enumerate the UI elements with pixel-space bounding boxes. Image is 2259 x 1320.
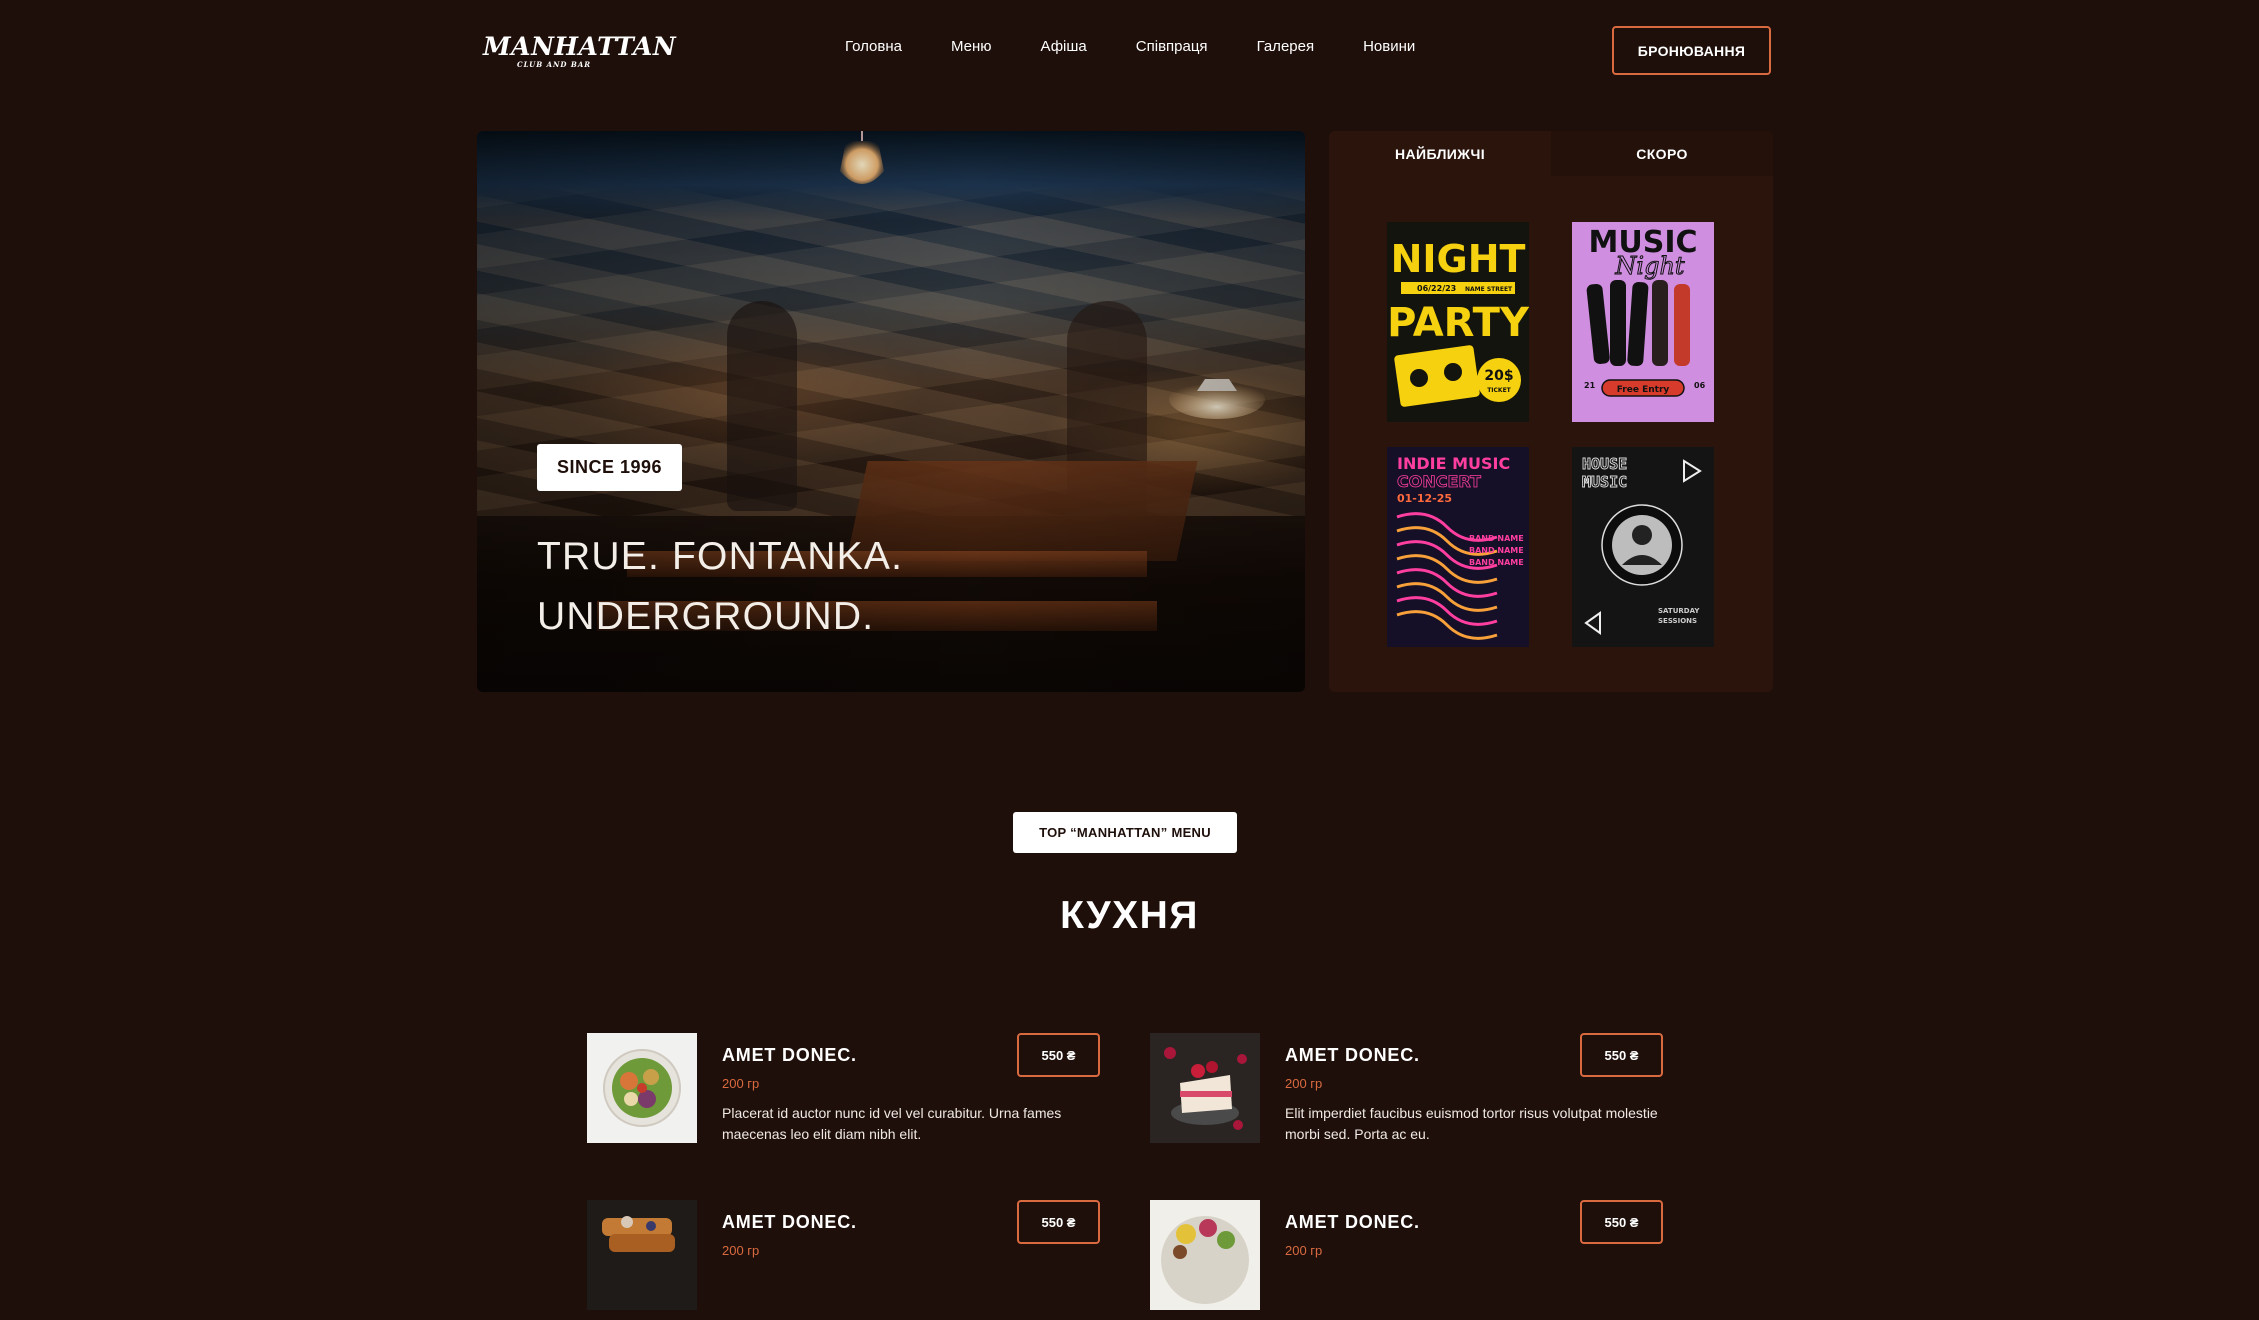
since-badge: SINCE 1996 xyxy=(537,444,682,491)
poster-indie-date: 01-12-25 xyxy=(1397,492,1452,505)
section-title-kitchen: КУХНЯ xyxy=(1060,894,1199,937)
event-poster-night-party[interactable]: NIGHT 06/22/23 NAME STREET PARTY 20$ TIC… xyxy=(1387,222,1529,422)
dish-weight: 200 гр xyxy=(1285,1076,1323,1091)
hero-title: TRUE. FONTANKA. UNDERGROUND. xyxy=(537,527,1137,647)
poster-house-tag: SATURDAY xyxy=(1658,607,1700,615)
poster-indie-band-3: BAND NAME xyxy=(1469,558,1524,567)
poster-indie-band-2: BAND NAME xyxy=(1469,546,1524,555)
dish-description: Placerat id auctor nunc id vel vel curab… xyxy=(722,1105,1062,1142)
dish-name: AMET DONEC. xyxy=(722,1212,857,1232)
dish-weight: 200 гр xyxy=(1285,1243,1323,1258)
hero-banner: SINCE 1996 TRUE. FONTANKA. UNDERGROUND. xyxy=(477,131,1305,692)
poster-night-street: NAME STREET xyxy=(1465,286,1513,293)
poster-house-line1: HOUSE xyxy=(1582,455,1627,473)
nav-cooperation[interactable]: Співпраця xyxy=(1136,38,1208,55)
nav-menu[interactable]: Меню xyxy=(951,38,992,55)
poster-music-day-left: 21 xyxy=(1584,381,1596,390)
dish-description: Elit imperdiet faucibus euismod tortor r… xyxy=(1285,1105,1658,1142)
poster-house-line2: MUSIC xyxy=(1582,473,1627,491)
event-poster-house-music[interactable]: HOUSE MUSIC SATURDAY SESSIONS xyxy=(1572,447,1714,647)
logo[interactable]: MANHATTAN CLUB AND BAR xyxy=(477,28,676,74)
main-nav: Головна Меню Афіша Співпраця Галерея Нов… xyxy=(845,38,1464,55)
menu-item: AMET DONEC. 200 гр 550 ₴ xyxy=(587,1200,1127,1320)
dish-image-toast xyxy=(587,1200,697,1310)
dish-name: AMET DONEC. xyxy=(1285,1045,1420,1065)
price-button[interactable]: 550 ₴ xyxy=(1017,1200,1100,1244)
poster-indie-band-1: BAND NAME xyxy=(1469,534,1524,543)
logo-name: MANHATTAN xyxy=(483,32,677,61)
poster-music-line2: Night xyxy=(1614,252,1684,280)
hero-title-line-1: TRUE. FONTANKA. xyxy=(537,535,904,578)
dish-image-bowl xyxy=(1150,1200,1260,1310)
dish-image-salad xyxy=(587,1033,697,1143)
poster-night-date: 06/22/23 xyxy=(1417,284,1456,293)
nav-home[interactable]: Головна xyxy=(845,38,902,55)
nav-news[interactable]: Новини xyxy=(1363,38,1415,55)
event-poster-music-night[interactable]: MUSIC Night Free Entry 21 06 xyxy=(1572,222,1714,422)
top-menu-badge: TOP “MANHATTAN” MENU xyxy=(1013,812,1237,853)
dish-image-cake xyxy=(1150,1033,1260,1143)
nav-events[interactable]: Афіша xyxy=(1041,38,1087,55)
tab-soon[interactable]: СКОРО xyxy=(1551,131,1773,176)
poster-night-ticket: TICKET xyxy=(1487,387,1511,394)
menu-item: AMET DONEC. 200 гр Placerat id auctor nu… xyxy=(587,1033,1127,1153)
dish-weight: 200 гр xyxy=(722,1243,760,1258)
tab-nearest[interactable]: НАЙБЛИЖЧІ xyxy=(1329,131,1551,176)
poster-music-day-right: 06 xyxy=(1694,381,1706,390)
menu-item: AMET DONEC. 200 гр Elit imperdiet faucib… xyxy=(1150,1033,1690,1153)
poster-night-line1: NIGHT xyxy=(1391,237,1526,281)
price-button[interactable]: 550 ₴ xyxy=(1580,1033,1663,1077)
price-button[interactable]: 550 ₴ xyxy=(1017,1033,1100,1077)
events-panel: НАЙБЛИЖЧІ СКОРО NIGHT 06/22/23 NAME STRE… xyxy=(1329,131,1773,692)
dish-name: AMET DONEC. xyxy=(722,1045,857,1065)
site-header: MANHATTAN CLUB AND BAR Головна Меню Афіш… xyxy=(0,0,2259,102)
poster-music-entry: Free Entry xyxy=(1617,385,1670,395)
dish-weight: 200 гр xyxy=(722,1076,760,1091)
price-button[interactable]: 550 ₴ xyxy=(1580,1200,1663,1244)
poster-night-line2: PARTY xyxy=(1387,300,1529,346)
hero-title-line-2: UNDERGROUND. xyxy=(537,595,875,638)
poster-indie-line1: INDIE MUSIC xyxy=(1397,454,1510,473)
menu-item: AMET DONEC. 200 гр 550 ₴ xyxy=(1150,1200,1690,1320)
poster-house-tag-2: SESSIONS xyxy=(1658,617,1697,625)
poster-indie-line2: CONCERT xyxy=(1397,472,1481,491)
poster-night-price: 20$ xyxy=(1484,368,1513,384)
dish-name: AMET DONEC. xyxy=(1285,1212,1420,1232)
booking-button[interactable]: БРОНЮВАННЯ xyxy=(1612,26,1771,75)
event-poster-indie-concert[interactable]: INDIE MUSIC CONCERT 01-12-25 BAND NAME B… xyxy=(1387,447,1529,647)
nav-gallery[interactable]: Галерея xyxy=(1257,38,1315,55)
logo-subtitle: CLUB AND BAR xyxy=(517,60,592,69)
